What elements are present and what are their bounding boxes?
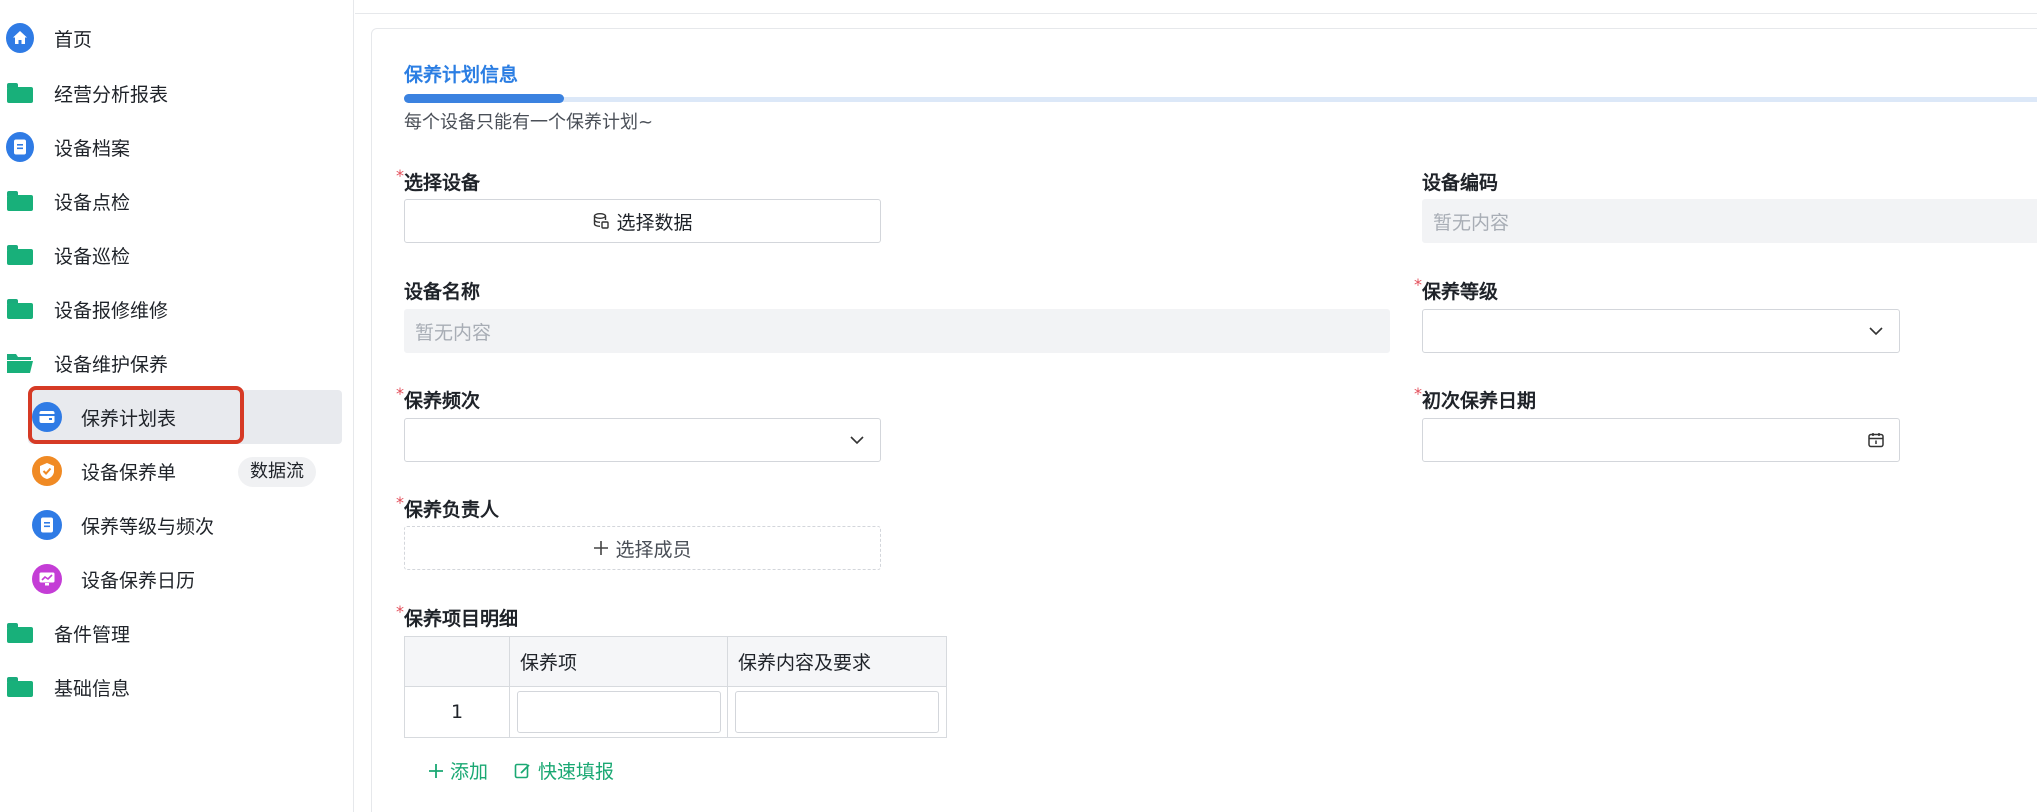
folder-icon (6, 187, 34, 215)
sidebar-item-home[interactable]: 首页 (0, 11, 354, 65)
sidebar-item-device-patrol[interactable]: 设备巡检 (0, 228, 354, 282)
add-row-button[interactable]: 添加 (428, 757, 488, 784)
first-maintenance-date-label: * 初次保养日期 (1414, 384, 1537, 412)
select-device-button-label: 选择数据 (616, 211, 693, 234)
edit-icon (514, 763, 530, 778)
chevron-down-icon (850, 436, 864, 445)
folder-open-icon (6, 349, 34, 377)
maintenance-item-input[interactable] (516, 691, 721, 733)
maintenance-owner-label: * 保养负责人 (396, 493, 500, 521)
device-name-label: 设备名称 (404, 281, 481, 303)
sidebar-item-label: 设备维护保养 (54, 353, 169, 376)
index-header (404, 636, 510, 687)
device-code-field: 暂无内容 (1422, 199, 2037, 243)
sidebar-item-label: 设备点检 (54, 191, 131, 214)
first-maintenance-date-picker[interactable] (1422, 418, 1900, 462)
sidebar-item-device-repair[interactable]: 设备报修维修 (0, 282, 354, 336)
select-member-button[interactable]: 选择成员 (404, 526, 881, 570)
table-header-row: 保养项 保养内容及要求 (404, 636, 947, 687)
maintenance-detail-table: 保养项 保养内容及要求 1 (404, 636, 947, 738)
device-name-field: 暂无内容 (404, 309, 1390, 353)
maintenance-frequency-select[interactable] (404, 418, 881, 462)
sidebar-item-maintenance-order[interactable]: 设备保养单 数据流 (0, 444, 354, 498)
folder-icon (6, 619, 34, 647)
maintenance-frequency-label: * 保养频次 (396, 384, 481, 412)
sidebar-item-label: 设备巡检 (54, 245, 131, 268)
folder-icon (6, 241, 34, 269)
sidebar-item-label: 设备档案 (54, 137, 131, 160)
select-member-button-label: 选择成员 (615, 538, 692, 561)
maintenance-content-input[interactable] (735, 691, 939, 733)
document-icon (6, 132, 34, 162)
sidebar-item-device-archive[interactable]: 设备档案 (0, 120, 354, 174)
home-icon (6, 23, 34, 53)
row-index: 1 (404, 686, 510, 738)
sidebar-item-label: 首页 (54, 28, 93, 51)
maintenance-level-select[interactable] (1422, 309, 1900, 353)
sidebar-item-maintenance-level-frequency[interactable]: 保养等级与频次 (0, 498, 354, 552)
section-title[interactable]: 保养计划信息 (404, 60, 518, 87)
table-row: 1 (404, 686, 947, 738)
required-mark: * (396, 166, 404, 185)
document-icon (32, 510, 62, 540)
maintenance-detail-label: * 保养项目明细 (396, 602, 519, 630)
sidebar-item-label: 设备保养单 (81, 461, 177, 484)
sidebar-item-business-reports[interactable]: 经营分析报表 (0, 66, 354, 120)
sidebar-item-device-maintenance[interactable]: 设备维护保养 (0, 336, 354, 390)
sidebar-item-device-spot-check[interactable]: 设备点检 (0, 174, 354, 228)
sidebar-item-label: 基础信息 (54, 677, 131, 700)
table-cell (727, 686, 947, 738)
section-progress-track (404, 97, 2037, 102)
select-device-button[interactable]: 选择数据 (404, 199, 881, 243)
required-mark: * (1414, 275, 1422, 294)
sidebar-item-basic-info[interactable]: 基础信息 (0, 660, 354, 714)
calendar-icon (1868, 433, 1884, 448)
data-flow-tag: 数据流 (238, 457, 316, 487)
select-device-label: * 选择设备 (396, 166, 481, 194)
folder-icon (6, 79, 34, 107)
plus-icon (429, 763, 443, 778)
database-icon (594, 213, 610, 229)
sidebar-item-label: 经营分析报表 (54, 83, 169, 106)
sidebar-item-label: 备件管理 (54, 623, 131, 646)
table-cell (509, 686, 728, 738)
sidebar-item-maintenance-calendar[interactable]: 设备保养日历 (0, 552, 354, 606)
add-row-label: 添加 (450, 761, 489, 783)
required-mark: * (396, 384, 404, 403)
plus-icon (594, 541, 609, 555)
sidebar-item-spare-parts[interactable]: 备件管理 (0, 606, 354, 660)
maintenance-level-label: * 保养等级 (1414, 275, 1499, 303)
sidebar-item-label: 保养计划表 (81, 407, 177, 430)
wallet-icon (32, 402, 62, 432)
quick-fill-button[interactable]: 快速填报 (514, 757, 614, 784)
required-mark: * (396, 493, 404, 512)
sidebar-item-label: 保养等级与频次 (81, 515, 215, 538)
folder-icon (6, 295, 34, 323)
section-progress-indicator (404, 94, 564, 103)
column-header-content: 保养内容及要求 (727, 636, 947, 687)
sidebar: 首页 经营分析报表 设备档案 设备点检 设备巡检 设备报修维修 设备维护保养 保… (0, 0, 354, 812)
device-code-label: 设备编码 (1422, 172, 1499, 194)
quick-fill-label: 快速填报 (538, 761, 615, 783)
chevron-down-icon (1869, 327, 1883, 336)
shield-check-icon (32, 456, 62, 486)
top-bar (355, 0, 2037, 14)
sidebar-item-label: 设备保养日历 (81, 569, 196, 592)
chart-icon (32, 564, 62, 594)
form-hint: 每个设备只能有一个保养计划~ (404, 112, 654, 133)
folder-icon (6, 673, 34, 701)
sidebar-item-maintenance-plan[interactable]: 保养计划表 (28, 390, 342, 444)
sidebar-item-label: 设备报修维修 (54, 299, 169, 322)
required-mark: * (1414, 384, 1422, 403)
column-header-item: 保养项 (509, 636, 728, 687)
required-mark: * (396, 602, 404, 621)
